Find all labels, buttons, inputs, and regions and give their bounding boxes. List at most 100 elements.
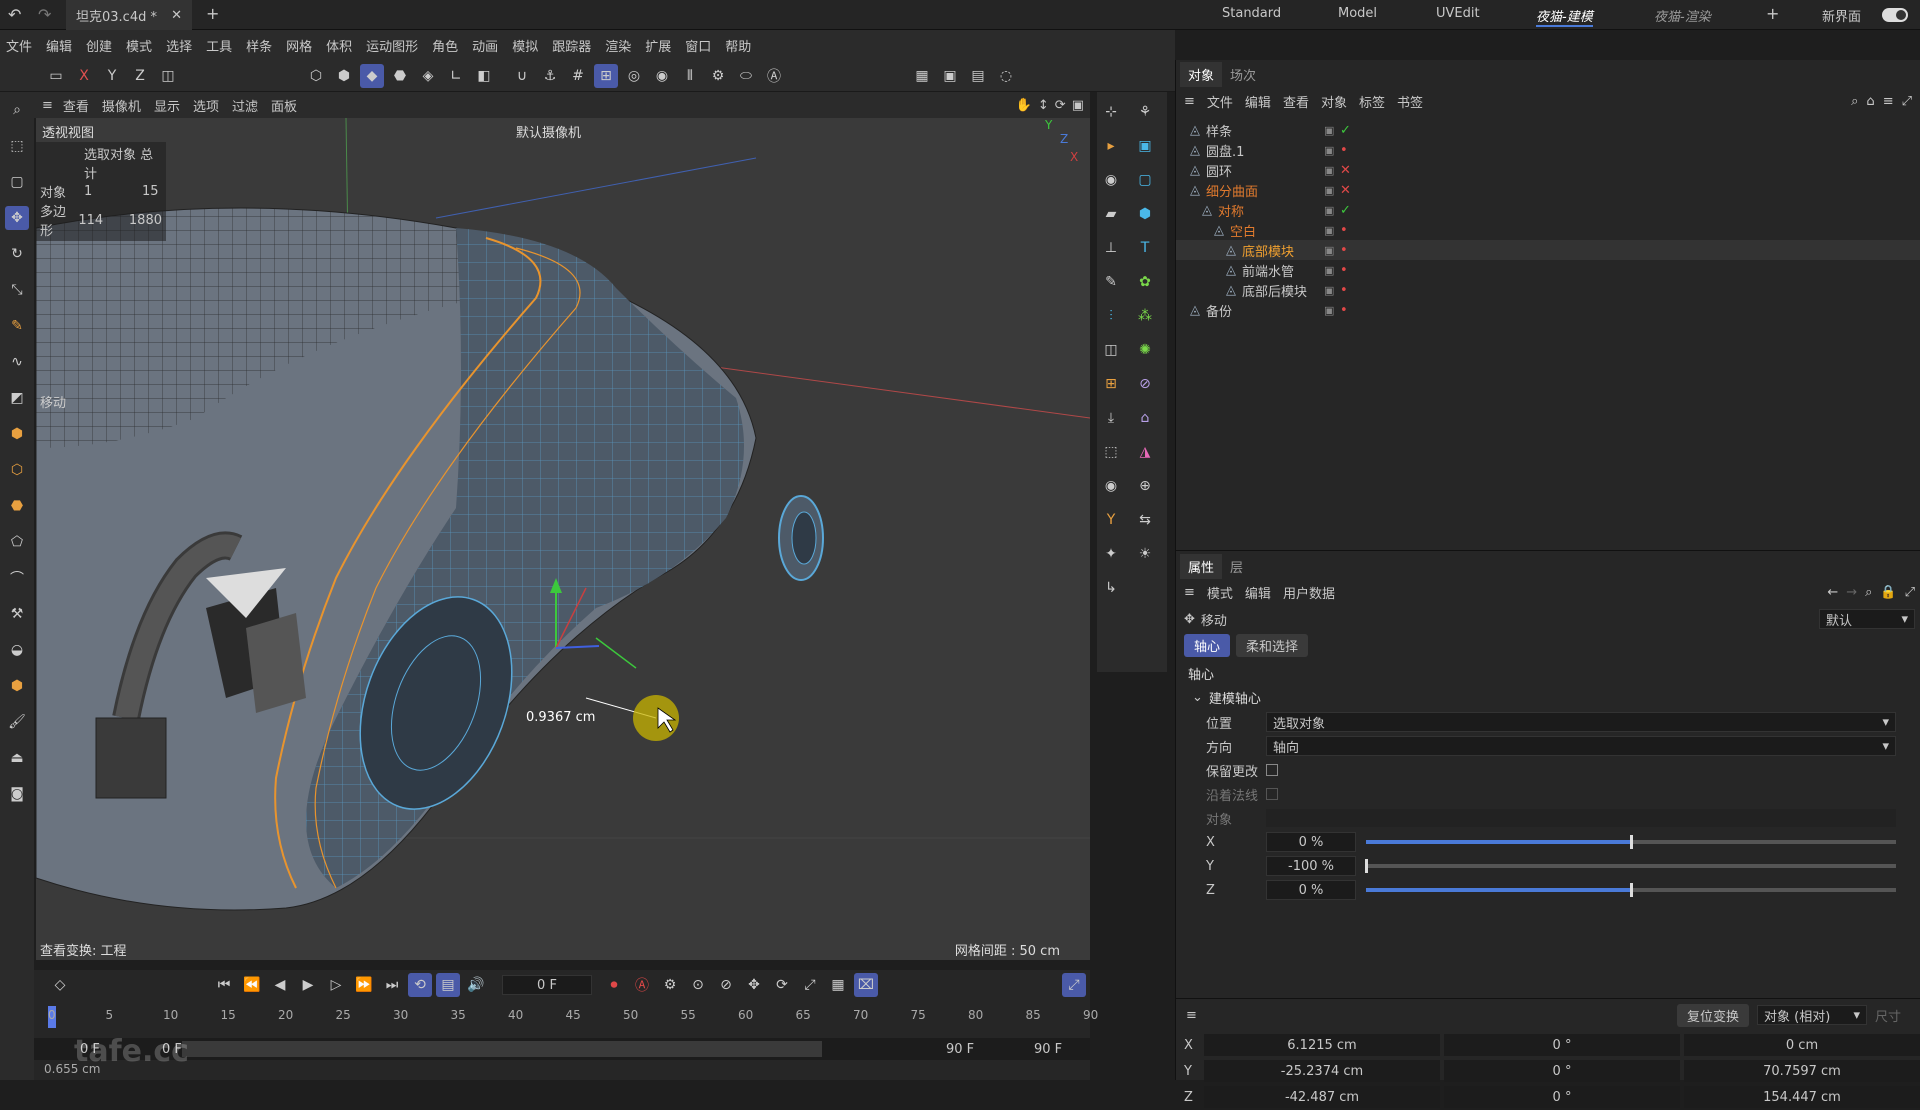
status-dot-icon[interactable]: • bbox=[1340, 243, 1348, 258]
object-row[interactable]: ◬ 细分曲面 ▣ ✕ bbox=[1176, 180, 1920, 200]
square-icon[interactable]: ▢ bbox=[1133, 168, 1157, 192]
size-dropdown[interactable]: 尺寸 bbox=[1875, 1006, 1901, 1025]
reset-transform-button[interactable]: 复位变换 bbox=[1676, 1003, 1749, 1027]
om-expand-icon[interactable]: ⤢ bbox=[1902, 94, 1912, 109]
text-icon[interactable]: T bbox=[1133, 236, 1157, 260]
position-dropdown[interactable]: 选取对象 ▾ bbox=[1266, 712, 1896, 732]
layout-night-modeling[interactable]: 夜猫-建模 bbox=[1536, 6, 1593, 27]
along-normal-checkbox[interactable] bbox=[1266, 788, 1278, 800]
menu-item[interactable]: 模拟 bbox=[512, 36, 538, 55]
autokey-filter-icon[interactable]: ⊘ bbox=[714, 973, 738, 997]
object-name[interactable]: 前端水管 bbox=[1242, 261, 1352, 280]
points-mode-icon[interactable]: ⬡ bbox=[304, 64, 328, 88]
axis-y-lock[interactable]: Y bbox=[100, 64, 124, 88]
next-frame-icon[interactable]: ▷ bbox=[324, 973, 348, 997]
menu-item[interactable]: 样条 bbox=[246, 36, 272, 55]
menu-item[interactable]: 扩展 bbox=[645, 36, 671, 55]
menu-item[interactable]: 网格 bbox=[286, 36, 312, 55]
pen-icon[interactable]: ✎ bbox=[5, 314, 29, 338]
axis-mode-icon[interactable]: ∟ bbox=[444, 64, 468, 88]
bevel-icon[interactable]: ⬠ bbox=[5, 530, 29, 554]
add-tab-icon[interactable]: + bbox=[206, 4, 219, 23]
coord-scale-field[interactable]: 154.447 cm bbox=[1684, 1086, 1920, 1108]
camera-icon[interactable]: ▣ bbox=[1133, 134, 1157, 158]
layer-icon[interactable]: ▣ bbox=[1324, 284, 1334, 297]
menu-item[interactable]: 窗口 bbox=[685, 36, 711, 55]
object-row[interactable]: ◬ 圆盘.1 ▣ • bbox=[1176, 140, 1920, 160]
group-header[interactable]: ⌄ 建模轴心 bbox=[1192, 688, 1261, 707]
vp-menu-options[interactable]: 选项 bbox=[193, 96, 219, 115]
coord-hamburger-icon[interactable]: ≡ bbox=[1186, 1008, 1197, 1023]
layer-icon[interactable]: ▣ bbox=[1324, 204, 1334, 217]
object-name[interactable]: 备份 bbox=[1206, 301, 1316, 320]
object-name[interactable]: 底部后模块 bbox=[1242, 281, 1352, 300]
slider-value-field[interactable]: -100 % bbox=[1266, 856, 1356, 876]
object-name[interactable]: 圆盘.1 bbox=[1206, 141, 1316, 160]
magnet-icon[interactable]: ∪ bbox=[510, 64, 534, 88]
brush-tool-icon[interactable]: ▰ bbox=[1099, 202, 1123, 226]
object-name[interactable]: 底部模块 bbox=[1242, 241, 1352, 260]
y-axis-icon[interactable]: Y bbox=[1099, 508, 1123, 532]
coordinate-system-icon[interactable]: ◫ bbox=[156, 64, 180, 88]
next-key-icon[interactable]: ⏩ bbox=[352, 973, 376, 997]
status-dot-icon[interactable]: • bbox=[1340, 223, 1348, 238]
live-select-icon[interactable]: ⬚ bbox=[5, 134, 29, 158]
am-menu-userdata[interactable]: 用户数据 bbox=[1283, 583, 1335, 602]
slider-track[interactable] bbox=[1366, 835, 1896, 849]
visibility-icon[interactable]: ◉ bbox=[1099, 474, 1123, 498]
object-row[interactable]: ◬ 圆环 ▣ ✕ bbox=[1176, 160, 1920, 180]
layer-icon[interactable]: ▣ bbox=[1324, 124, 1334, 137]
rotate-tool-icon[interactable]: ↻ bbox=[5, 242, 29, 266]
layer-icon[interactable]: ▣ bbox=[1324, 224, 1334, 237]
grid-snap-icon[interactable]: # bbox=[566, 64, 590, 88]
vp-menu-camera[interactable]: 摄像机 bbox=[102, 96, 141, 115]
vp-menu-view[interactable]: 查看 bbox=[63, 96, 89, 115]
rect-select-icon[interactable]: ▢ bbox=[5, 170, 29, 194]
pla-key-icon[interactable]: ⌧ bbox=[854, 973, 878, 997]
workplane-icon[interactable]: ◎ bbox=[622, 64, 646, 88]
group-collapse-icon[interactable]: ⌄ bbox=[1192, 690, 1203, 705]
object-row[interactable]: ◬ 前端水管 ▣ • bbox=[1176, 260, 1920, 280]
model-mode-icon[interactable]: ▭ bbox=[44, 64, 68, 88]
preset-dropdown[interactable]: 默认 ▾ bbox=[1819, 609, 1915, 629]
loop-icon[interactable]: ⟲ bbox=[408, 973, 432, 997]
scale-key-icon[interactable]: ⤢ bbox=[798, 973, 822, 997]
coord-scale-field[interactable]: 0 cm bbox=[1684, 1034, 1920, 1056]
object-row[interactable]: ◬ 备份 ▣ • bbox=[1176, 300, 1920, 320]
prev-key-icon[interactable]: ⏪ bbox=[240, 973, 264, 997]
layout-uvedit[interactable]: UVEdit bbox=[1436, 6, 1480, 21]
slide-icon[interactable]: ◫ bbox=[1099, 338, 1123, 362]
menu-item[interactable]: 创建 bbox=[86, 36, 112, 55]
bridge-icon[interactable]: ⌒ bbox=[5, 566, 29, 590]
object-row[interactable]: ◬ 空白 ▣ • bbox=[1176, 220, 1920, 240]
keep-changes-checkbox[interactable] bbox=[1266, 764, 1278, 776]
select-arrow-icon[interactable]: ▸ bbox=[1099, 134, 1123, 158]
param-key-icon[interactable]: ▦ bbox=[826, 973, 850, 997]
direction-dropdown[interactable]: 轴向 ▾ bbox=[1266, 736, 1896, 756]
iron-icon[interactable]: ⏏ bbox=[5, 746, 29, 770]
coord-pos-field[interactable]: -25.2374 cm bbox=[1204, 1060, 1440, 1082]
light-icon[interactable]: ✦ bbox=[1099, 542, 1123, 566]
loop-cut-icon[interactable]: ⫶ bbox=[1099, 304, 1123, 328]
subtab-axis[interactable]: 轴心 bbox=[1184, 634, 1231, 657]
slider-handle[interactable] bbox=[1365, 859, 1368, 873]
mirror-icon[interactable]: ↳ bbox=[1099, 576, 1123, 600]
polygons-mode-icon[interactable]: ◆ bbox=[360, 63, 384, 88]
menu-item[interactable]: 选择 bbox=[166, 36, 192, 55]
object-mode-icon[interactable]: ⬣ bbox=[388, 64, 412, 88]
axis-z-lock[interactable]: Z bbox=[128, 64, 152, 88]
knife-tool-icon[interactable]: ⚘ bbox=[1133, 100, 1157, 124]
axis-x-lock[interactable]: X bbox=[72, 64, 96, 88]
render-view-icon[interactable]: ▦ bbox=[910, 64, 934, 88]
menu-item[interactable]: 运动图形 bbox=[366, 36, 418, 55]
render-picture-icon[interactable]: ▣ bbox=[938, 64, 962, 88]
knife-icon[interactable]: ⚒ bbox=[5, 602, 29, 626]
edges-mode-icon[interactable]: ⬢ bbox=[332, 64, 356, 88]
maximize-icon[interactable]: ▣ bbox=[1072, 98, 1084, 113]
play-icon[interactable]: ▶ bbox=[296, 973, 320, 997]
am-menu-mode[interactable]: 模式 bbox=[1207, 583, 1233, 602]
object-name[interactable]: 细分曲面 bbox=[1206, 181, 1316, 200]
weld-icon[interactable]: ◒ bbox=[5, 638, 29, 662]
tab-layers[interactable]: 层 bbox=[1222, 554, 1251, 579]
coord-scale-field[interactable]: 70.7597 cm bbox=[1684, 1060, 1920, 1082]
